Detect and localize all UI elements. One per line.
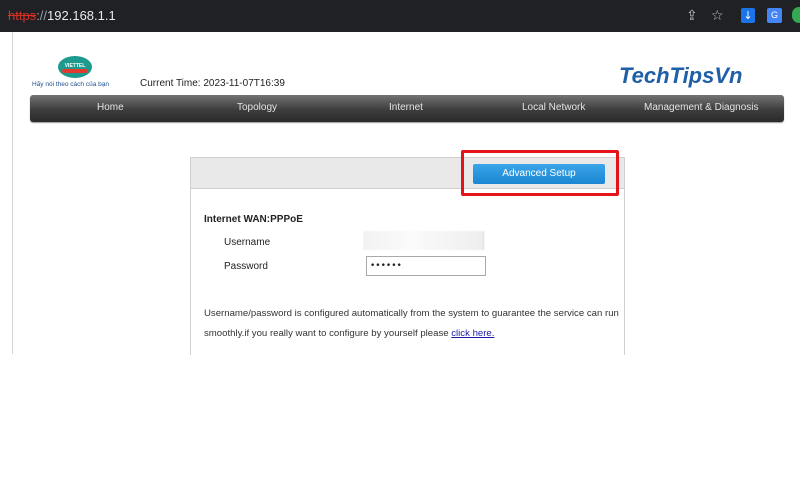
note-text: Username/password is configured automati…: [204, 308, 619, 339]
divider: [12, 32, 13, 354]
nav-management-diagnosis[interactable]: Management & Diagnosis: [644, 102, 759, 113]
logo-mark: VIETTEL: [58, 56, 92, 78]
password-label: Password: [224, 261, 268, 272]
username-label: Username: [224, 237, 271, 248]
extension-icon[interactable]: [792, 7, 800, 23]
password-field[interactable]: ••••••: [366, 256, 486, 276]
share-icon[interactable]: ⇪: [686, 7, 698, 25]
viettel-logo: VIETTEL Hãy nói theo cách của bạn: [32, 56, 122, 92]
nav-topology[interactable]: Topology: [237, 102, 277, 113]
watermark-text: TechTipsVn: [619, 63, 743, 88]
nav-local-network[interactable]: Local Network: [522, 102, 585, 113]
click-here-link[interactable]: click here.: [451, 328, 494, 339]
url-host: 192.168.1.1: [47, 8, 116, 23]
url-text[interactable]: https://192.168.1.1: [8, 8, 116, 23]
nav-home[interactable]: Home: [97, 102, 124, 113]
logo-tagline: Hãy nói theo cách của bạn: [32, 81, 109, 88]
main-nav: Home Topology Internet Local Network Man…: [30, 95, 784, 122]
router-page: VIETTEL Hãy nói theo cách của bạn Curren…: [0, 32, 800, 355]
translate-icon[interactable]: G: [767, 8, 782, 23]
username-field[interactable]: [363, 231, 484, 250]
url-scheme: https: [8, 8, 37, 23]
browser-address-bar[interactable]: https://192.168.1.1 ⇪ ☆ ↓ G: [0, 0, 800, 32]
info-note: Username/password is configured automati…: [204, 304, 619, 344]
highlight-box: [461, 150, 619, 196]
nav-internet[interactable]: Internet: [389, 102, 423, 113]
logo-text: VIETTEL: [64, 63, 86, 69]
current-time: Current Time: 2023-11-07T16:39: [140, 78, 285, 89]
url-separator: ://: [36, 8, 48, 23]
star-icon[interactable]: ☆: [711, 7, 724, 25]
wan-title: Internet WAN:PPPoE: [204, 214, 303, 225]
download-icon[interactable]: ↓: [741, 8, 755, 23]
